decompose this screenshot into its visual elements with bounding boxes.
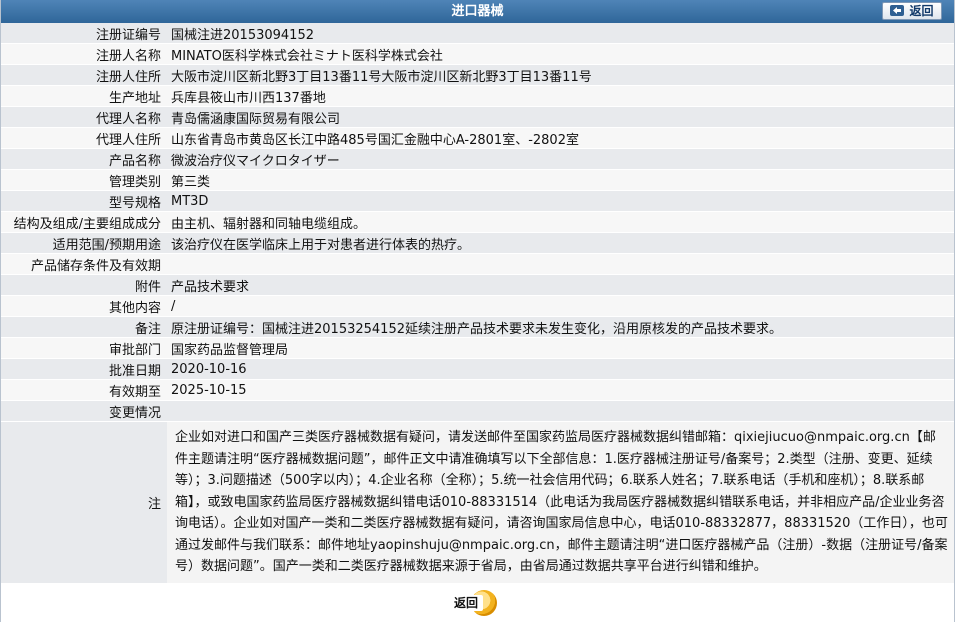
detail-row: 适用范围/预期用途 该治疗仪在医学临床上用于对患者进行体表的热疗。 [1,232,954,254]
detail-row: 有效期至 2025-10-15 [1,379,954,401]
detail-row: 管理类别 第三类 [1,169,954,191]
title-bar: 进口器械 返回 [1,0,954,23]
field-value: 兵库县筱山市川西137番地 [167,85,954,107]
field-label: 审批部门 [1,337,167,359]
back-arrow-icon [890,5,905,16]
detail-row: 审批部门 国家药品监督管理局 [1,337,954,359]
detail-row: 代理人名称 青岛儒涵康国际贸易有限公司 [1,106,954,128]
field-value: 2025-10-15 [167,379,954,401]
field-label: 注册人住所 [1,64,167,86]
note-row: 注 企业如对进口和国产三类医疗器械数据有疑问，请发送邮件至国家药监局医疗器械数据… [1,421,954,584]
back-button-top[interactable]: 返回 [882,2,942,20]
field-label: 代理人住所 [1,127,167,149]
field-value: 原注册证编号：国械注进20153254152延续注册产品技术要求未发生变化，沿用… [167,316,954,338]
field-value: 大阪市淀川区新北野3丁目13番11号大阪市淀川区新北野3丁目13番11号 [167,64,954,86]
field-value: 2020-10-16 [167,358,954,380]
field-value: 国家药品监督管理局 [167,337,954,359]
detail-table: 注册证编号 国械注进20153094152 注册人名称 MINATO医科学株式会社ミナ… [1,23,954,584]
field-value: 青岛儒涵康国际贸易有限公司 [167,106,954,128]
field-label: 型号规格 [1,190,167,212]
field-label: 备注 [1,316,167,338]
field-label: 附件 [1,274,167,296]
field-label: 代理人名称 [1,106,167,128]
field-label: 生产地址 [1,85,167,107]
field-label: 适用范围/预期用途 [1,232,167,254]
back-button-bottom[interactable]: 返回 [445,590,503,616]
field-label: 变更情况 [1,400,167,422]
field-value: 由主机、辐射器和同轴电缆组成。 [167,211,954,233]
detail-row: 其他内容 / [1,295,954,317]
field-value [167,253,954,275]
field-value: 产品技术要求 [167,274,954,296]
detail-row: 代理人住所 山东省青岛市黄岛区长江中路485号国汇金融中心A-2801室、-280… [1,127,954,149]
back-button-top-label: 返回 [909,4,934,18]
detail-row: 批准日期 2020-10-16 [1,358,954,380]
detail-row: 备注 原注册证编号：国械注进20153254152延续注册产品技术要求未发生变化，… [1,316,954,338]
detail-row: 变更情况 [1,400,954,422]
field-label: 产品名称 [1,148,167,170]
field-label: 其他内容 [1,295,167,317]
detail-row: 产品储存条件及有效期 [1,253,954,275]
field-label: 管理类别 [1,169,167,191]
detail-row: 生产地址 兵库县筱山市川西137番地 [1,85,954,107]
field-label: 批准日期 [1,358,167,380]
detail-row: 型号规格 MT3D [1,190,954,212]
note-text: 企业如对进口和国产三类医疗器械数据有疑问，请发送邮件至国家药监局医疗器械数据纠错… [167,421,954,584]
field-value: 微波治疗仪マイクロタイザー [167,148,954,170]
back-button-bottom-label: 返回 [449,595,483,611]
field-value: 该治疗仪在医学临床上用于对患者进行体表的热疗。 [167,232,954,254]
note-label: 注 [1,421,167,584]
footer: 返回 [1,584,954,622]
field-value: 山东省青岛市黄岛区长江中路485号国汇金融中心A-2801室、-2802室 [167,127,954,149]
field-value: / [167,295,954,317]
field-label: 结构及组成/主要组成成分 [1,211,167,233]
field-value [167,400,954,422]
field-value: MINATO医科学株式会社ミナト医科学株式会社 [167,43,954,65]
field-label: 产品储存条件及有效期 [1,253,167,275]
field-label: 注册人名称 [1,43,167,65]
detail-row: 注册人名称 MINATO医科学株式会社ミナト医科学株式会社 [1,43,954,65]
page-title: 进口器械 [451,4,504,19]
field-value: 国械注进20153094152 [167,23,954,44]
detail-row: 结构及组成/主要组成成分 由主机、辐射器和同轴电缆组成。 [1,211,954,233]
field-label: 有效期至 [1,379,167,401]
detail-row: 注册人住所 大阪市淀川区新北野3丁目13番11号大阪市淀川区新北野3丁目13番11… [1,64,954,86]
detail-row: 产品名称 微波治疗仪マイクロタイザー [1,148,954,170]
detail-row: 附件 产品技术要求 [1,274,954,296]
field-label: 注册证编号 [1,23,167,44]
field-value: 第三类 [167,169,954,191]
detail-row: 注册证编号 国械注进20153094152 [1,23,954,44]
detail-page: 进口器械 返回 注册证编号 国械注进20153094152 注册人名称 MINATO医… [0,0,955,622]
field-value: MT3D [167,190,954,212]
